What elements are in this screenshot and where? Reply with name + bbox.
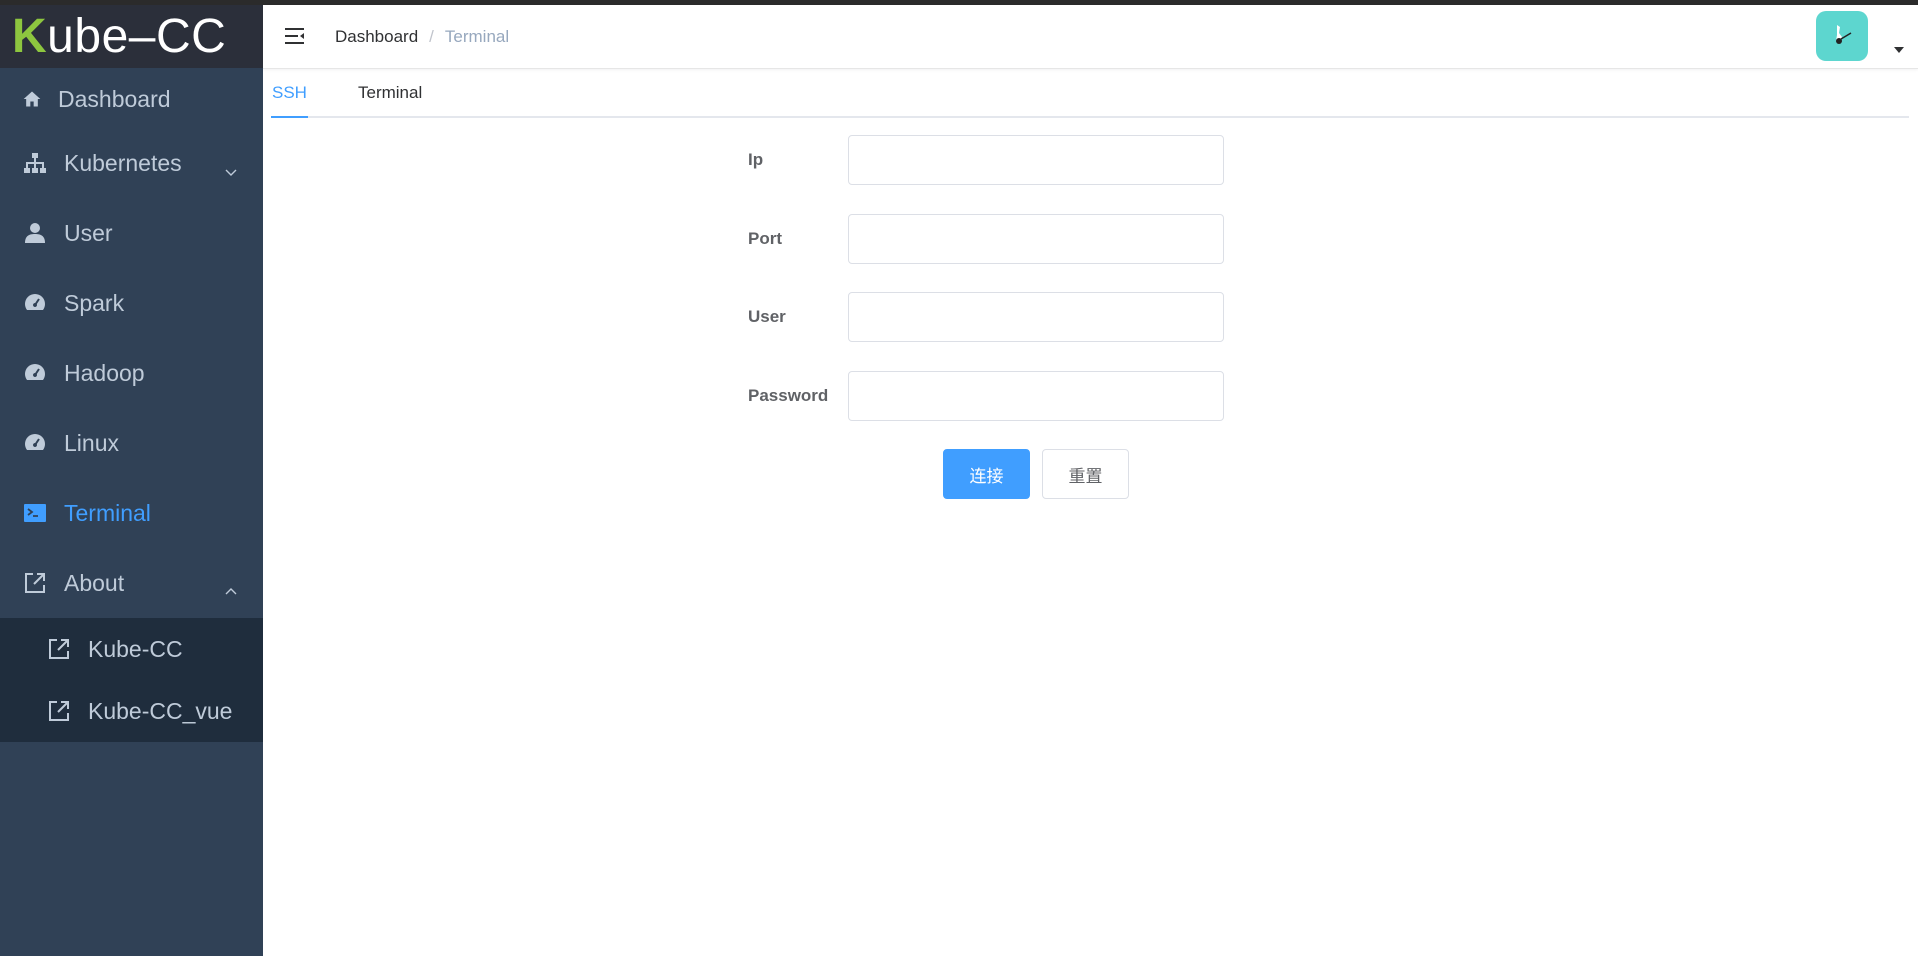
tab-terminal[interactable]: Terminal: [358, 70, 422, 118]
sidebar-item-label: Kube-CC_vue: [88, 697, 233, 724]
hamburger-toggle-icon[interactable]: [283, 25, 307, 47]
port-input[interactable]: [848, 214, 1224, 264]
sitemap-icon: [22, 150, 48, 176]
sidebar-item-label: Terminal: [64, 499, 151, 526]
form-row-ip: Ip: [748, 135, 1224, 185]
user-label: User: [748, 307, 786, 326]
sidebar-item-label: Spark: [64, 289, 125, 316]
sidebar-item-spark[interactable]: Spark: [0, 268, 263, 338]
app-logo[interactable]: Kube–CC: [0, 5, 263, 68]
sidebar-item-label: Kubernetes: [64, 149, 182, 176]
chevron-up-icon: [225, 577, 237, 595]
dashboard-gauge-icon: [22, 360, 48, 386]
user-input[interactable]: [848, 292, 1224, 342]
form-row-password: Password: [748, 371, 1224, 421]
sidebar-menu: Dashboard Kubernetes User Spark Hadoop L…: [0, 70, 263, 618]
external-link-icon: [46, 636, 72, 662]
user-icon: [22, 220, 48, 246]
sidebar: Kube–CC Dashboard Kubernetes User Spark …: [0, 5, 263, 956]
sidebar-item-label: Dashboard: [58, 85, 171, 112]
breadcrumb-home[interactable]: Dashboard: [335, 27, 418, 47]
sidebar-item-kubernetes[interactable]: Kubernetes: [0, 128, 263, 198]
ip-label: Ip: [748, 150, 764, 169]
dashboard-gauge-icon: [22, 290, 48, 316]
sidebar-item-label: Hadoop: [64, 359, 145, 386]
terminal-tabs: SSH Terminal: [271, 70, 1909, 118]
home-icon: [22, 86, 42, 112]
sidebar-item-user[interactable]: User: [0, 198, 263, 268]
active-tab-indicator: [271, 116, 308, 118]
sidebar-item-label: User: [64, 219, 113, 246]
external-link-icon: [22, 570, 48, 596]
sidebar-item-terminal[interactable]: Terminal: [0, 478, 263, 548]
dashboard-gauge-icon: [22, 430, 48, 456]
form-row-port: Port: [748, 214, 1224, 264]
chevron-down-icon: [225, 157, 237, 176]
user-dropdown-caret-icon[interactable]: [1894, 47, 1904, 53]
form-row-user: User: [748, 292, 1224, 342]
sidebar-item-label: Linux: [64, 429, 119, 456]
top-navbar: Dashboard / Terminal: [263, 5, 1918, 69]
sidebar-item-about[interactable]: About: [0, 548, 263, 618]
breadcrumb: Dashboard / Terminal: [335, 27, 509, 47]
password-input[interactable]: [848, 371, 1224, 421]
external-link-icon: [46, 698, 72, 724]
reset-button[interactable]: 重置: [1042, 449, 1129, 499]
connect-button[interactable]: 连接: [943, 449, 1030, 499]
logo-text: Kube–CC: [12, 9, 227, 63]
sidebar-subitem-kube-cc-vue[interactable]: Kube-CC_vue: [0, 680, 263, 742]
tab-ssh[interactable]: SSH: [272, 70, 307, 118]
about-submenu: Kube-CC Kube-CC_vue: [0, 618, 263, 742]
password-label: Password: [748, 386, 829, 405]
sidebar-item-label: Kube-CC: [88, 635, 183, 662]
avatar[interactable]: [1816, 11, 1868, 61]
ip-input[interactable]: [848, 135, 1224, 185]
sidebar-subitem-kube-cc[interactable]: Kube-CC: [0, 618, 263, 680]
sidebar-item-linux[interactable]: Linux: [0, 408, 263, 478]
breadcrumb-separator: /: [429, 27, 434, 46]
port-label: Port: [748, 229, 782, 248]
sidebar-item-label: About: [64, 569, 125, 596]
sidebar-item-dashboard[interactable]: Dashboard: [0, 70, 263, 128]
terminal-icon: [22, 500, 48, 526]
breadcrumb-current: Terminal: [444, 27, 510, 46]
avatar-image-icon: [1836, 25, 1852, 44]
sidebar-item-hadoop[interactable]: Hadoop: [0, 338, 263, 408]
